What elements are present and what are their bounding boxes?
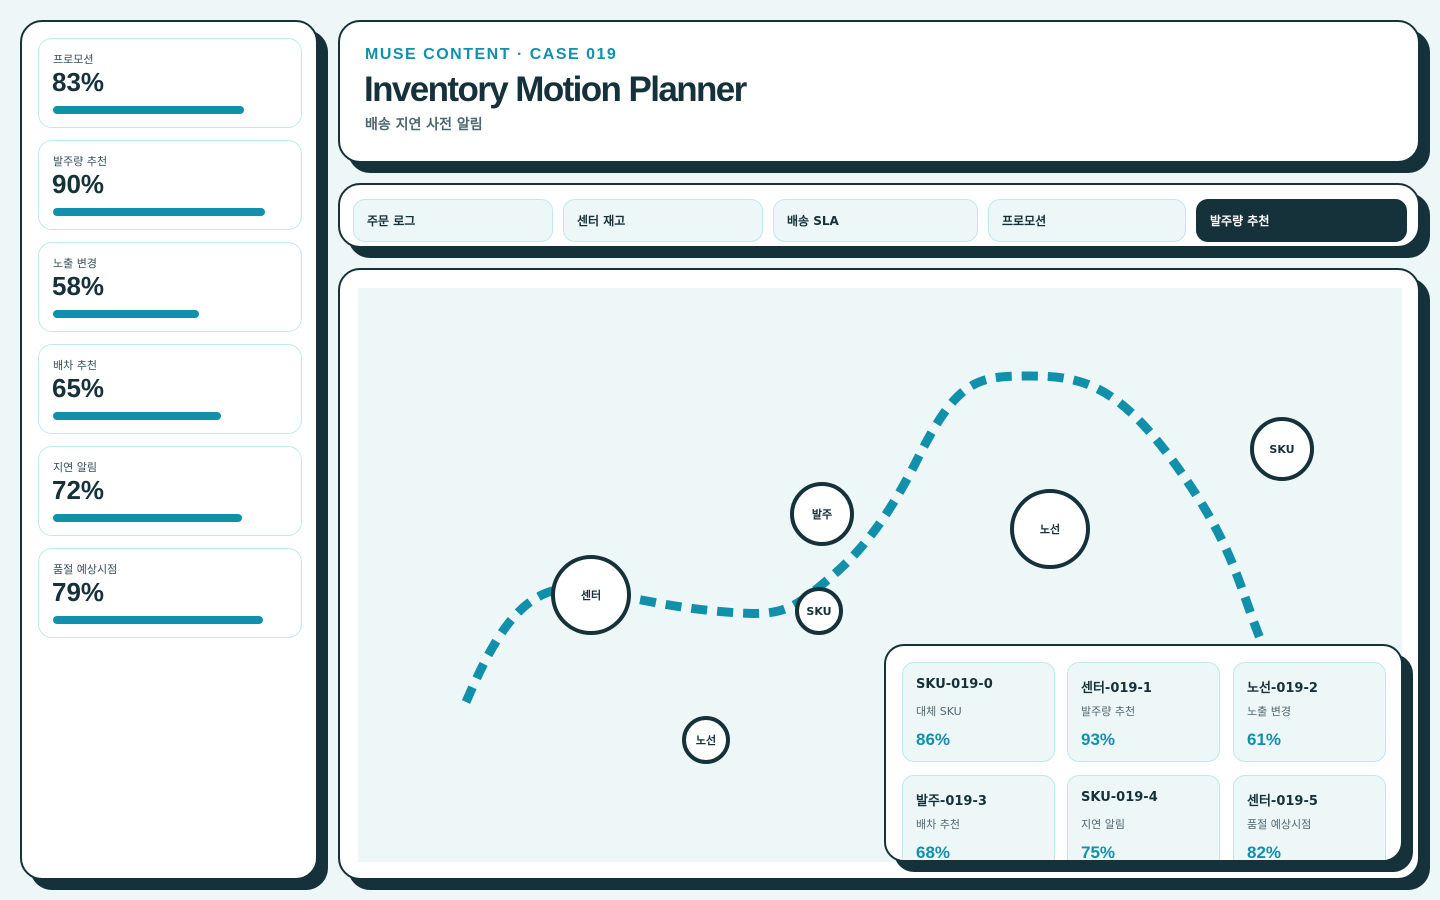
sku-value: 82% [1247,843,1282,862]
sku-code: 발주-019-3 [916,794,987,809]
page-header: MUSE CONTENT · CASE 019 Inventory Motion… [338,20,1420,163]
route-node-center[interactable]: 센터 [551,555,631,635]
tab-center-stock[interactable]: 센터 재고 [563,199,763,242]
case-eyebrow: MUSE CONTENT · CASE 019 [365,46,618,63]
sku-note: 품절 예상시점 [1247,818,1312,831]
metric-card[interactable]: 품절 예상시점 79% [38,548,302,638]
sku-value: 61% [1247,730,1282,749]
route-node-line[interactable]: 노선 [1010,489,1090,569]
tab-order-log[interactable]: 주문 로그 [353,199,553,242]
sku-note: 대체 SKU [916,705,962,718]
sku-note: 지연 알림 [1081,818,1125,831]
metric-value: 72% [52,475,105,505]
metric-value: 58% [52,271,105,301]
tab-delivery-sla[interactable]: 배송 SLA [773,199,978,242]
metric-label: 노출 변경 [53,257,97,270]
sku-code: 센터-019-5 [1247,794,1318,809]
sku-note: 발주량 추천 [1081,705,1136,718]
metric-progress-bar [53,106,244,114]
route-node-line[interactable]: 노선 [682,716,730,764]
metric-progress-bar [53,208,265,216]
metric-label: 배차 추천 [53,359,97,372]
tab-promotion[interactable]: 프로모션 [988,199,1186,242]
metric-progress-bar [53,310,199,318]
metric-label: 품절 예상시점 [53,563,118,576]
metric-label: 프로모션 [53,53,94,66]
sku-card-panel: SKU-019-0 대체 SKU 86% 센터-019-1 발주량 추천 93%… [884,644,1403,862]
metric-value: 90% [52,169,105,199]
sku-note: 배차 추천 [916,818,960,831]
page-subtitle: 배송 지연 사전 알림 [365,117,483,133]
tab-order-quantity[interactable]: 발주량 추천 [1196,199,1407,242]
metric-card[interactable]: 발주량 추천 90% [38,140,302,230]
metric-card[interactable]: 지연 알림 72% [38,446,302,536]
sku-code: 노선-019-2 [1247,681,1318,696]
metric-card[interactable]: 배차 추천 65% [38,344,302,434]
tab-bar: 주문 로그 센터 재고 배송 SLA 프로모션 발주량 추천 [338,183,1420,248]
metric-label: 지연 알림 [53,461,97,474]
page-title: Inventory Motion Planner [364,70,747,109]
sku-card[interactable]: SKU-019-4 지연 알림 75% [1067,775,1220,862]
sku-note: 노출 변경 [1247,705,1291,718]
sku-card[interactable]: 센터-019-5 품절 예상시점 82% [1233,775,1386,862]
metric-card[interactable]: 프로모션 83% [38,38,302,128]
sku-code: SKU-019-4 [1081,790,1158,805]
sku-value: 75% [1081,843,1116,862]
metric-value: 83% [52,67,105,97]
metric-progress-bar [53,616,263,624]
sku-card[interactable]: 센터-019-1 발주량 추천 93% [1067,662,1220,762]
route-node-sku[interactable]: SKU [1250,417,1314,481]
metric-card[interactable]: 노출 변경 58% [38,242,302,332]
metric-progress-bar [53,514,242,522]
metric-label: 발주량 추천 [53,155,108,168]
sku-code: 센터-019-1 [1081,681,1152,696]
route-node-order[interactable]: 발주 [790,482,854,546]
sku-value: 93% [1081,730,1116,749]
sku-card[interactable]: 발주-019-3 배차 추천 68% [902,775,1055,862]
metric-value: 65% [52,373,105,403]
sku-code: SKU-019-0 [916,677,993,692]
metrics-sidebar: 프로모션 83% 발주량 추천 90% 노출 변경 58% 배차 추천 65% … [20,20,318,880]
metric-progress-bar [53,412,221,420]
sku-value: 68% [916,843,951,862]
sku-card[interactable]: SKU-019-0 대체 SKU 86% [902,662,1055,762]
sku-value: 86% [916,730,951,749]
sku-card[interactable]: 노선-019-2 노출 변경 61% [1233,662,1386,762]
route-node-sku[interactable]: SKU [795,587,843,635]
metric-value: 79% [52,577,105,607]
